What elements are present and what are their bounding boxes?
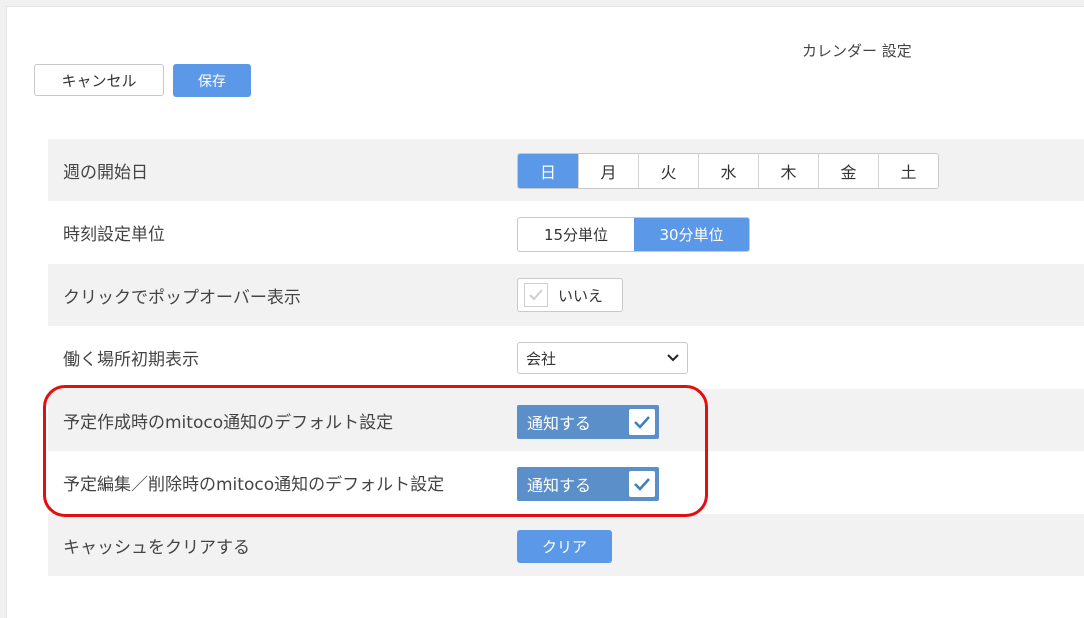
work-location-label: 働く場所初期表示 bbox=[63, 349, 199, 370]
checkmark-icon bbox=[629, 409, 655, 435]
setting-row-time-unit: 時刻設定単位 15分単位 30分単位 bbox=[48, 201, 1084, 263]
popover-toggle[interactable]: いいえ bbox=[517, 278, 623, 312]
time-unit-label: 時刻設定単位 bbox=[63, 224, 165, 245]
setting-row-work-location: 働く場所初期表示 会社 bbox=[48, 326, 1084, 388]
popover-label: クリックでポップオーバー表示 bbox=[63, 287, 301, 308]
save-button[interactable]: 保存 bbox=[173, 64, 251, 97]
work-location-value: 会社 bbox=[526, 349, 557, 368]
day-option-sat[interactable]: 土 bbox=[878, 154, 938, 188]
day-option-mon[interactable]: 月 bbox=[578, 154, 638, 188]
setting-row-week-start: 週の開始日 日 月 火 水 木 金 土 bbox=[48, 139, 1084, 201]
cache-label: キャッシュをクリアする bbox=[63, 537, 250, 558]
popover-value: いいえ bbox=[558, 286, 604, 305]
work-location-select[interactable]: 会社 bbox=[517, 342, 688, 374]
cancel-button[interactable]: キャンセル bbox=[34, 64, 164, 96]
setting-row-popover: クリックでポップオーバー表示 いいえ bbox=[48, 264, 1084, 326]
setting-row-notify-edit: 予定編集／削除時のmitoco通知のデフォルト設定 通知する bbox=[48, 451, 1084, 513]
week-start-label: 週の開始日 bbox=[63, 162, 148, 183]
notify-create-value: 通知する bbox=[527, 414, 592, 433]
setting-row-notify-create: 予定作成時のmitoco通知のデフォルト設定 通知する bbox=[48, 389, 1084, 451]
day-option-wed[interactable]: 水 bbox=[698, 154, 758, 188]
page-title: カレンダー 設定 bbox=[802, 42, 912, 60]
setting-row-cache: キャッシュをクリアする クリア bbox=[48, 514, 1084, 576]
clear-cache-button[interactable]: クリア bbox=[517, 530, 612, 563]
notify-edit-value: 通知する bbox=[527, 476, 592, 495]
day-option-tue[interactable]: 火 bbox=[638, 154, 698, 188]
time-unit-option-15[interactable]: 15分単位 bbox=[518, 218, 634, 251]
checkbox-icon bbox=[524, 283, 548, 307]
week-start-selector: 日 月 火 水 木 金 土 bbox=[517, 153, 939, 189]
time-unit-option-30[interactable]: 30分単位 bbox=[634, 218, 749, 251]
chevron-down-icon bbox=[667, 354, 679, 362]
notify-create-toggle[interactable]: 通知する bbox=[517, 405, 659, 439]
checkmark-icon bbox=[629, 471, 655, 497]
notify-create-label: 予定作成時のmitoco通知のデフォルト設定 bbox=[63, 412, 394, 433]
notify-edit-toggle[interactable]: 通知する bbox=[517, 467, 659, 501]
day-option-sun[interactable]: 日 bbox=[518, 154, 578, 188]
day-option-thu[interactable]: 木 bbox=[758, 154, 818, 188]
day-option-fri[interactable]: 金 bbox=[818, 154, 878, 188]
notify-edit-label: 予定編集／削除時のmitoco通知のデフォルト設定 bbox=[63, 474, 445, 495]
time-unit-selector: 15分単位 30分単位 bbox=[517, 217, 750, 252]
